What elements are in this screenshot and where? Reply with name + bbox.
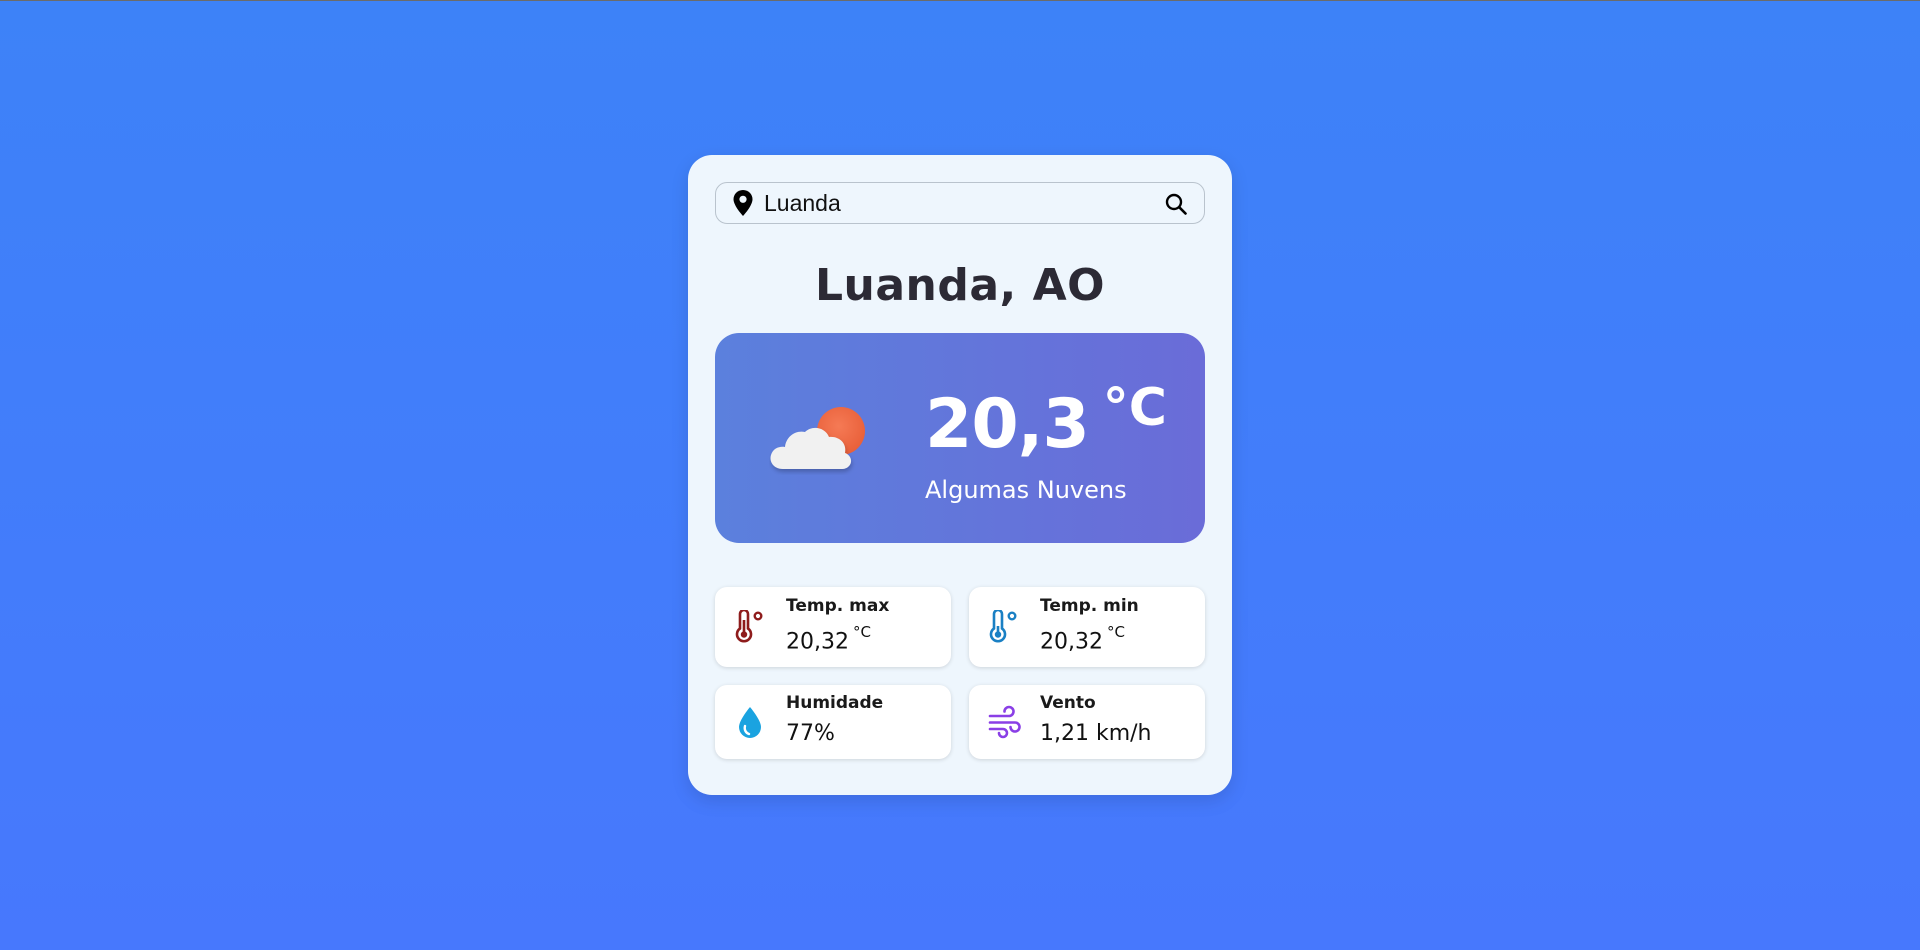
weather-card: Luanda, AO 20,3°C <box>688 155 1232 795</box>
stat-card-humidity: Humidade 77% <box>715 685 951 759</box>
thermometer-hot-icon <box>733 610 767 644</box>
city-name: Luanda, AO <box>814 260 1106 311</box>
search-icon[interactable] <box>1164 192 1188 216</box>
temp-min-label: Temp. min <box>1040 596 1139 616</box>
stat-card-wind: Vento 1,21 km/h <box>969 685 1205 759</box>
temp-max-value: 20,32 °C <box>786 623 871 655</box>
search-bar <box>715 182 1205 224</box>
temp-max-number: 20,32 <box>786 629 849 655</box>
stat-card-temp-min: Temp. min 20,32 °C <box>969 587 1205 667</box>
wind-label: Vento <box>1040 693 1096 713</box>
partly-cloudy-icon <box>769 405 869 475</box>
temp-max-label: Temp. max <box>786 596 890 616</box>
window-top-border <box>0 0 1920 1</box>
temp-min-number: 20,32 <box>1040 629 1103 655</box>
humidity-label: Humidade <box>786 693 884 713</box>
current-temperature: 20,3 °C <box>925 378 1167 464</box>
temperature-value: 20,3 <box>925 385 1090 464</box>
wind-icon <box>987 705 1021 739</box>
thermometer-cold-icon <box>987 610 1021 644</box>
humidity-value: 77% <box>786 721 835 746</box>
map-pin-icon <box>732 190 754 216</box>
city-search-input[interactable] <box>764 189 1144 217</box>
temp-max-unit: °C <box>852 623 871 641</box>
temperature-unit: °C <box>1102 378 1167 438</box>
current-weather-panel: 20,3 °C Algumas Nuvens <box>715 333 1205 543</box>
water-drop-icon <box>733 705 767 739</box>
stat-card-temp-max: Temp. max 20,32 °C <box>715 587 951 667</box>
temp-min-value: 20,32 °C <box>1040 623 1125 655</box>
temp-min-unit: °C <box>1106 623 1125 641</box>
wind-value: 1,21 km/h <box>1040 721 1152 746</box>
weather-description: Algumas Nuvens <box>925 476 1127 504</box>
